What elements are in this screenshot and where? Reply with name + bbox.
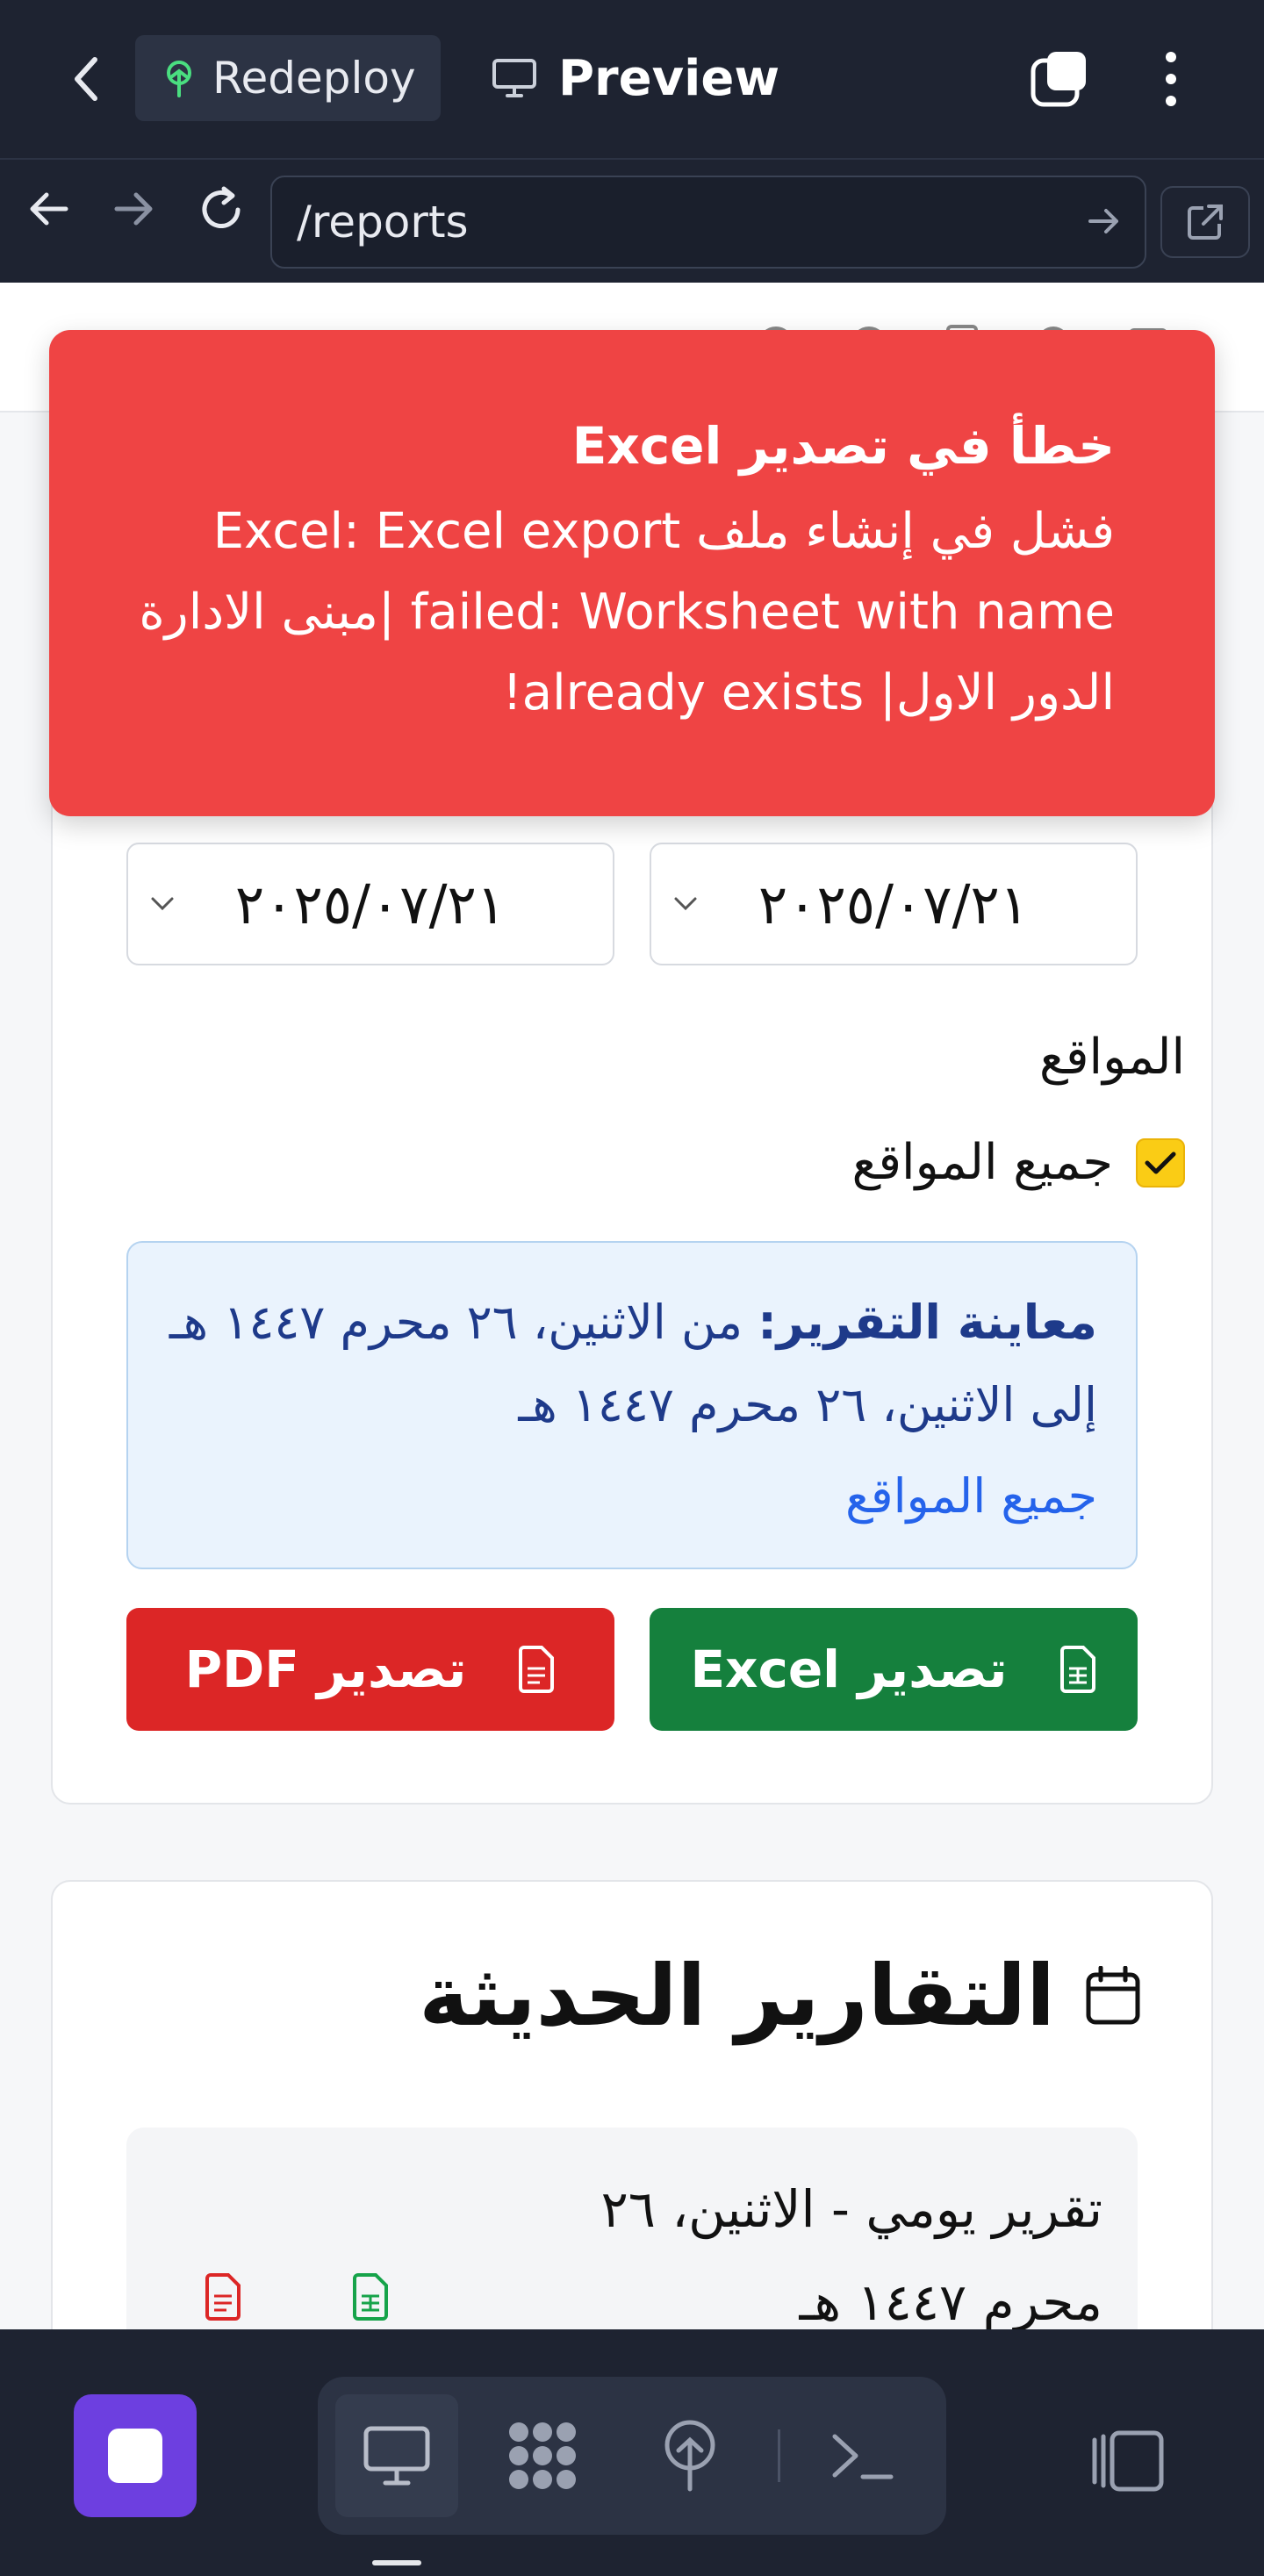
panel-toggle-button[interactable] — [1088, 2428, 1167, 2494]
apps-view-button[interactable] — [499, 2412, 586, 2500]
report-preview-box: معاينة التقرير: من الاثنين، ٢٦ محرم ١٤٤٧… — [126, 1241, 1138, 1569]
url-text: /reports — [297, 197, 469, 248]
export-pdf-label: تصدير PDF — [184, 1640, 467, 1699]
report-preview-label: معاينة التقرير: — [758, 1295, 1097, 1350]
open-external-button[interactable] — [1160, 186, 1250, 258]
back-button[interactable] — [60, 46, 112, 112]
redeploy-label: Redeploy — [212, 53, 416, 104]
calendar-icon — [1086, 1966, 1140, 2025]
export-pdf-button[interactable]: تصدير PDF — [126, 1608, 614, 1731]
check-icon — [1145, 1152, 1176, 1173]
export-excel-label: تصدير Excel — [690, 1640, 1008, 1699]
home-indicator — [372, 2560, 421, 2565]
stop-button[interactable] — [74, 2394, 197, 2517]
recent-reports-heading: التقارير الحديثة — [419, 1947, 1141, 2045]
chevron-down-icon — [674, 897, 697, 911]
error-toast[interactable]: خطأ في تصدير Excel فشل في إنشاء ملف Exce… — [49, 330, 1215, 816]
file-text-icon — [519, 1646, 555, 1693]
spreadsheet-icon — [1059, 1646, 1095, 1693]
date-to-select[interactable]: ٢٠٢٥/٠٧/٢١ — [650, 843, 1138, 965]
tabs-icon — [1031, 52, 1086, 107]
monitor-icon — [363, 2426, 430, 2486]
redeploy-button[interactable]: Redeploy — [135, 35, 441, 121]
console-view-button[interactable] — [818, 2412, 906, 2500]
deploy-icon — [664, 2420, 715, 2492]
apps-grid-icon — [509, 2422, 576, 2489]
external-link-icon — [1188, 205, 1223, 240]
recent-report-label: تقرير يومي - الاثنين، ٢٦ محرم ١٤٤٧ هـ — [600, 2179, 1102, 2332]
all-sites-option[interactable]: جميع المواقع — [851, 1134, 1185, 1191]
view-switcher — [318, 2377, 946, 2535]
nav-back-button[interactable] — [21, 181, 77, 237]
nav-forward-button[interactable] — [105, 181, 162, 237]
arrow-right-icon — [114, 192, 153, 226]
more-options-button[interactable] — [1146, 46, 1196, 112]
deploy-view-button[interactable] — [646, 2412, 734, 2500]
date-to-value: ٢٠٢٥/٠٧/٢١ — [758, 872, 1030, 936]
monitor-icon — [492, 59, 536, 97]
chevron-down-icon — [151, 897, 174, 911]
sidebar-icon — [1092, 2430, 1164, 2492]
date-from-select[interactable]: ٢٠٢٥/٠٧/٢١ — [126, 843, 614, 965]
more-vertical-icon — [1166, 52, 1176, 106]
deploy-icon — [167, 61, 191, 97]
preview-tab[interactable]: Preview — [492, 35, 779, 121]
pdf-file-icon[interactable] — [204, 2273, 242, 2321]
divider — [778, 2429, 780, 2482]
preview-view-button[interactable] — [335, 2394, 458, 2517]
all-sites-label: جميع المواقع — [851, 1134, 1113, 1191]
tabs-button[interactable] — [1027, 46, 1094, 112]
browser-url-bar: /reports — [0, 158, 1264, 283]
reload-icon — [202, 186, 241, 228]
terminal-icon — [832, 2434, 894, 2479]
app-top-bar: Redeploy Preview — [0, 0, 1264, 158]
stop-icon — [108, 2429, 162, 2483]
export-excel-button[interactable]: تصدير Excel — [650, 1608, 1138, 1731]
preview-label: Preview — [558, 49, 780, 107]
reload-button[interactable] — [193, 181, 249, 237]
spreadsheet-icon[interactable] — [351, 2273, 390, 2321]
report-preview-sites: جميع المواقع — [845, 1468, 1097, 1524]
date-from-value: ٢٠٢٥/٠٧/٢١ — [234, 872, 506, 936]
sites-label: المواقع — [1038, 1029, 1185, 1086]
go-arrow-icon[interactable] — [1087, 204, 1122, 239]
all-sites-checkbox[interactable] — [1136, 1137, 1185, 1188]
toast-message: فشل في إنشاء ملف Excel: Excel export fai… — [139, 503, 1115, 721]
bottom-toolbar — [0, 2329, 1264, 2576]
chevron-left-icon — [75, 57, 97, 101]
url-input[interactable]: /reports — [270, 176, 1146, 269]
toast-title: خطأ في تصدير Excel — [571, 416, 1115, 476]
recent-reports-title: التقارير الحديثة — [419, 1947, 1055, 2045]
arrow-left-icon — [30, 192, 68, 226]
